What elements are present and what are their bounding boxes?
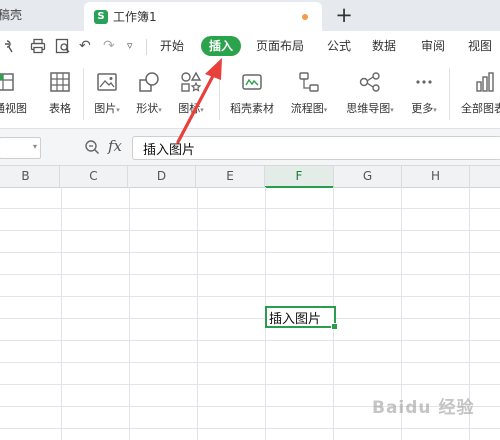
icon-library-icon bbox=[181, 71, 202, 92]
docer-material-button[interactable]: 稻壳素材 bbox=[224, 66, 280, 122]
flowchart-icon bbox=[299, 72, 319, 92]
watermark-logo: Baidu 经验 bbox=[372, 398, 475, 418]
flowchart-button[interactable]: 流程图▾ bbox=[284, 66, 334, 122]
menu-bar: ↶ ↷ ▿ 开始 插入 页面布局 公式 数据 审阅 视图 bbox=[0, 31, 500, 62]
normal-view-label: 普通视图 bbox=[0, 102, 27, 115]
unsaved-indicator-icon bbox=[302, 14, 308, 20]
more-icon bbox=[416, 80, 432, 84]
column-header-e[interactable]: E bbox=[196, 166, 265, 187]
table-button[interactable]: 表格 bbox=[41, 66, 79, 122]
function-icon[interactable]: fx bbox=[108, 137, 122, 155]
all-charts-button[interactable]: 全部图表 bbox=[455, 66, 500, 122]
preview-icon[interactable] bbox=[55, 38, 71, 54]
docer-material-icon bbox=[242, 74, 262, 90]
picture-button[interactable]: 图片▾ bbox=[88, 66, 126, 122]
more-label: 更多▾ bbox=[411, 102, 437, 115]
column-header-d[interactable]: D bbox=[128, 166, 196, 187]
formula-input[interactable]: 插入图片 bbox=[132, 136, 500, 160]
all-charts-icon bbox=[476, 72, 494, 92]
column-header-f[interactable]: F bbox=[265, 166, 334, 188]
icon-library-button[interactable]: 图标▾ bbox=[172, 66, 210, 122]
spreadsheet-icon: S bbox=[94, 10, 108, 24]
menu-formulas[interactable]: 公式 bbox=[327, 38, 351, 55]
redo-icon[interactable]: ↷ bbox=[103, 38, 115, 54]
table-label: 表格 bbox=[49, 102, 71, 115]
icon-library-label: 图标▾ bbox=[178, 102, 204, 115]
column-header-row: B C D E F G H bbox=[0, 166, 500, 188]
flowchart-label: 流程图▾ bbox=[290, 102, 328, 115]
zoom-search-icon[interactable] bbox=[84, 139, 100, 155]
normal-view-icon bbox=[0, 73, 14, 91]
menu-home[interactable]: 开始 bbox=[160, 38, 184, 55]
selected-cell-value: 插入图片 bbox=[269, 312, 322, 327]
menu-view[interactable]: 视图 bbox=[468, 38, 492, 55]
tab-active-workbook[interactable]: S 工作簿1 bbox=[84, 2, 322, 31]
menu-divider bbox=[146, 39, 147, 55]
tab-previous-document[interactable]: 稿壳 bbox=[0, 0, 82, 31]
tab-active-label: 工作簿1 bbox=[113, 10, 157, 24]
ribbon-divider bbox=[219, 68, 220, 120]
more-button[interactable]: 更多▾ bbox=[404, 66, 444, 122]
undo-icon[interactable]: ↶ bbox=[79, 38, 91, 54]
column-header-c[interactable]: C bbox=[60, 166, 128, 187]
formula-bar: ▾ fx 插入图片 bbox=[0, 129, 500, 166]
formula-input-value: 插入图片 bbox=[143, 143, 196, 158]
selected-cell[interactable]: 插入图片 bbox=[265, 306, 338, 330]
tab-previous-label: 稿壳 bbox=[0, 8, 23, 22]
mind-map-label: 思维导图▾ bbox=[346, 102, 394, 115]
mind-map-button[interactable]: 思维导图▾ bbox=[340, 66, 400, 122]
menu-data[interactable]: 数据 bbox=[372, 38, 396, 55]
ribbon-divider bbox=[83, 68, 84, 120]
docer-material-label: 稻壳素材 bbox=[230, 102, 274, 115]
fill-handle[interactable] bbox=[331, 323, 338, 330]
mind-map-icon bbox=[359, 72, 380, 92]
all-charts-label: 全部图表 bbox=[461, 102, 500, 115]
name-box[interactable]: ▾ bbox=[0, 137, 41, 159]
table-icon bbox=[50, 72, 70, 92]
more-dropdown-icon[interactable]: ▿ bbox=[127, 38, 133, 54]
new-tab-button[interactable]: + bbox=[331, 2, 357, 28]
print-preview-icon[interactable] bbox=[3, 38, 17, 54]
shape-button[interactable]: 形状▾ bbox=[130, 66, 168, 122]
menu-review[interactable]: 审阅 bbox=[421, 38, 445, 55]
shape-icon bbox=[139, 72, 159, 92]
column-header-b[interactable]: B bbox=[0, 166, 60, 187]
column-header-h[interactable]: H bbox=[402, 166, 470, 187]
normal-view-button[interactable]: 普通视图 bbox=[0, 66, 30, 122]
shape-label: 形状▾ bbox=[136, 102, 162, 115]
column-header-g[interactable]: G bbox=[334, 166, 402, 187]
print-icon[interactable] bbox=[30, 38, 46, 54]
menu-insert[interactable]: 插入 bbox=[201, 36, 241, 56]
picture-label: 图片▾ bbox=[94, 102, 120, 115]
ribbon-toolbar: 普通视图 表格 图片▾ 形状▾ 图标▾ bbox=[0, 62, 500, 129]
menu-page-layout[interactable]: 页面布局 bbox=[256, 38, 304, 55]
tab-bar: 稿壳 S 工作簿1 + bbox=[0, 0, 500, 31]
picture-icon bbox=[97, 73, 117, 91]
chevron-down-icon[interactable]: ▾ bbox=[33, 142, 37, 151]
ribbon-divider bbox=[449, 68, 450, 120]
